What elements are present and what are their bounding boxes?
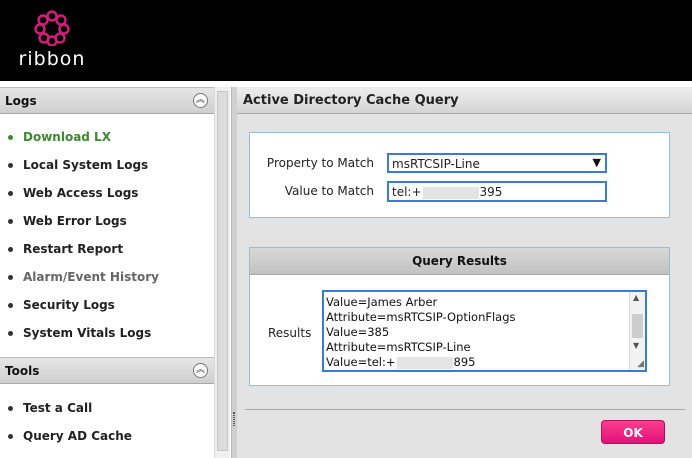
- bullet-icon: [8, 434, 13, 439]
- resize-grip-icon[interactable]: ◢: [637, 359, 644, 369]
- page-title: Active Directory Cache Query: [243, 93, 459, 108]
- query-form-panel: Property to Match msRTCSIP-Line ▼ Value …: [249, 132, 670, 218]
- section-title-logs: Logs: [5, 94, 37, 108]
- sidebar-item-local-system-logs[interactable]: Local System Logs: [8, 156, 208, 174]
- results-label: Results: [268, 326, 312, 340]
- sidebar-item-label: Query AD Cache: [23, 429, 132, 443]
- section-header-tools[interactable]: Tools ︽: [0, 357, 214, 384]
- results-line: Value=tel:+ 895: [326, 355, 626, 370]
- scroll-down-icon[interactable]: ▼: [633, 341, 639, 350]
- value-input[interactable]: tel:+ 395: [387, 181, 607, 202]
- results-line: Value=James Arber: [326, 295, 438, 309]
- results-header: Query Results: [250, 248, 669, 275]
- bullet-icon: [8, 219, 13, 224]
- bullet-icon: [8, 247, 13, 252]
- sidebar-item-label: Alarm/Event History: [23, 270, 159, 284]
- property-select[interactable]: msRTCSIP-Line ▼: [387, 153, 607, 173]
- results-scrollbar-thumb[interactable]: [632, 314, 643, 338]
- bullet-icon: [8, 406, 13, 411]
- ok-button[interactable]: OK: [601, 420, 665, 444]
- ribbon-logo: ribbon: [18, 10, 86, 70]
- sidebar-item-label: Web Access Logs: [23, 186, 139, 200]
- sidebar-scrollbar[interactable]: [214, 87, 230, 458]
- query-results-panel: Query Results Results Value=James Arber …: [249, 247, 670, 386]
- sidebar: Logs ︽ Download LX Local System Logs Web…: [0, 87, 231, 458]
- splitter-grip-icon[interactable]: [233, 412, 235, 426]
- sidebar-item-label: Restart Report: [23, 242, 124, 256]
- section-header-logs[interactable]: Logs ︽: [0, 87, 214, 114]
- sidebar-item-label: Download LX: [23, 130, 111, 144]
- sidebar-item-test-a-call[interactable]: Test a Call: [8, 399, 208, 417]
- results-line: Value=385: [326, 325, 390, 339]
- bullet-icon: [8, 275, 13, 280]
- sidebar-item-label: Test a Call: [23, 401, 93, 415]
- sidebar-item-download-lx[interactable]: Download LX: [8, 128, 208, 146]
- value-prefix: tel:+: [392, 185, 422, 199]
- sidebar-item-label: Web Error Logs: [23, 214, 127, 228]
- collapse-icon[interactable]: ︽: [193, 363, 208, 378]
- scroll-up-icon[interactable]: ▲: [633, 293, 639, 302]
- sidebar-item-restart-report[interactable]: Restart Report: [8, 240, 208, 258]
- results-last-suffix: 895: [453, 355, 476, 369]
- main-content: Active Directory Cache Query Property to…: [237, 87, 692, 458]
- sidebar-item-system-vitals-logs[interactable]: System Vitals Logs: [8, 324, 208, 342]
- divider: [245, 409, 685, 410]
- redacted-block: [422, 186, 479, 199]
- results-last-prefix: Value=tel:+: [326, 355, 396, 369]
- sidebar-item-web-error-logs[interactable]: Web Error Logs: [8, 212, 208, 230]
- bullet-icon: [8, 135, 13, 140]
- sidebar-item-alarm-event-history[interactable]: Alarm/Event History: [8, 268, 208, 286]
- logo-text: ribbon: [18, 48, 86, 70]
- sidebar-item-label: System Vitals Logs: [23, 326, 152, 340]
- main-title-bar: Active Directory Cache Query: [237, 87, 692, 114]
- sidebar-scrollbar-thumb[interactable]: [217, 91, 228, 451]
- bullet-icon: [8, 331, 13, 336]
- results-line: Attribute=msRTCSIP-OptionFlags: [326, 310, 516, 324]
- results-textarea[interactable]: Value=James Arber Attribute=msRTCSIP-Opt…: [322, 290, 647, 372]
- value-label: Value to Match: [284, 184, 374, 198]
- results-line: Attribute=msRTCSIP-Line: [326, 340, 471, 354]
- collapse-icon[interactable]: ︽: [193, 93, 208, 108]
- sidebar-item-label: Local System Logs: [23, 158, 149, 172]
- property-select-value: msRTCSIP-Line: [392, 157, 480, 171]
- property-label: Property to Match: [266, 156, 374, 170]
- dropdown-arrow-icon: ▼: [592, 156, 601, 169]
- sidebar-item-query-ad-cache[interactable]: Query AD Cache: [8, 427, 208, 445]
- bullet-icon: [8, 163, 13, 168]
- results-text: Value=James Arber Attribute=msRTCSIP-Opt…: [326, 295, 626, 370]
- app-header: ribbon: [0, 0, 692, 81]
- bullet-icon: [8, 191, 13, 196]
- section-title-tools: Tools: [5, 364, 40, 378]
- bullet-icon: [8, 303, 13, 308]
- value-suffix: 395: [479, 185, 503, 199]
- results-title: Query Results: [412, 254, 507, 268]
- redacted-block: [396, 356, 453, 369]
- sidebar-item-label: Security Logs: [23, 298, 115, 312]
- sidebar-item-web-access-logs[interactable]: Web Access Logs: [8, 184, 208, 202]
- ribbon-logo-icon: [34, 10, 70, 46]
- sidebar-item-security-logs[interactable]: Security Logs: [8, 296, 208, 314]
